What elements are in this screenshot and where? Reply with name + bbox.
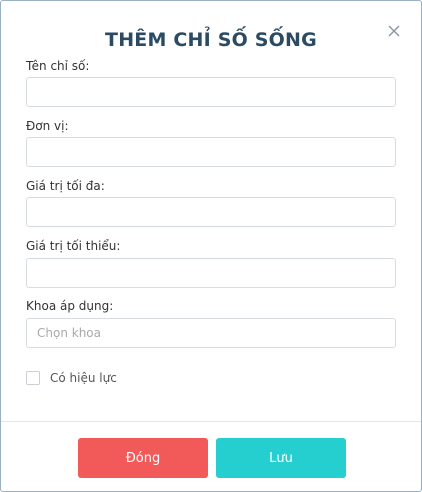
min-value-input[interactable] [26,258,396,288]
dialog-title: THÊM CHỈ SỐ SỐNG [105,29,317,51]
max-value-input[interactable] [26,197,396,227]
department-select[interactable] [26,318,396,348]
add-vital-sign-dialog: THÊM CHỈ SỐ SỐNG Tên chỉ số: Đơn vị: Giá… [0,0,422,492]
close-icon[interactable] [385,22,403,40]
name-input[interactable] [26,77,396,107]
active-checkbox[interactable] [26,371,40,385]
footer-divider [1,421,421,422]
name-label: Tên chỉ số: [26,59,90,73]
close-x-icon [388,25,400,37]
max-value-label: Giá trị tối đa: [26,179,105,193]
close-button[interactable]: Đóng [78,438,208,478]
min-value-label: Giá trị tối thiểu: [26,239,121,253]
save-button[interactable]: Lưu [216,438,346,478]
department-label: Khoa áp dụng: [26,299,114,313]
active-checkbox-row[interactable]: Có hiệu lực [26,370,117,386]
active-checkbox-label[interactable]: Có hiệu lực [50,371,117,385]
unit-label: Đơn vị: [26,119,69,133]
unit-input[interactable] [26,137,396,167]
